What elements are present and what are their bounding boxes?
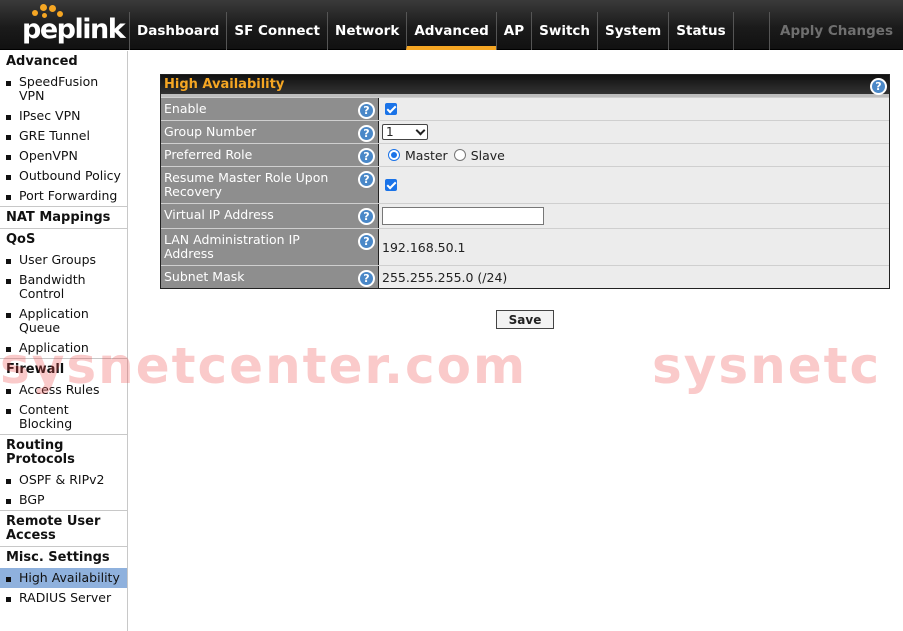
lan-admin-ip-label: LAN Administration IP Address <box>164 232 300 261</box>
help-icon[interactable]: ? <box>358 208 375 225</box>
sidebar-item-user-groups[interactable]: User Groups <box>0 250 127 270</box>
subnet-mask-label: Subnet Mask <box>164 269 245 284</box>
sidebar: Advanced SpeedFusion VPN IPsec VPN GRE T… <box>0 51 128 631</box>
group-number-label: Group Number <box>164 124 257 139</box>
sidebar-item-access-rules[interactable]: Access Rules <box>0 380 127 400</box>
row-resume-master: Resume Master Role Upon Recovery? <box>161 166 889 203</box>
bullet-icon <box>6 155 11 160</box>
enable-label: Enable <box>164 101 207 116</box>
role-slave-radio[interactable] <box>453 149 466 161</box>
watermark-right: sysnetc <box>652 337 882 395</box>
sidebar-heading-nat-mappings[interactable]: NAT Mappings <box>0 206 127 228</box>
bullet-icon <box>6 409 11 414</box>
sidebar-heading-routing-protocols[interactable]: Routing Protocols <box>0 434 127 470</box>
row-preferred-role: Preferred Role? Master Slave <box>161 143 889 166</box>
sidebar-heading-firewall[interactable]: Firewall <box>0 358 127 380</box>
enable-checkbox[interactable] <box>385 103 397 115</box>
row-group-number: Group Number? 1 <box>161 120 889 143</box>
sidebar-item-speedfusion-vpn[interactable]: SpeedFusion VPN <box>0 72 127 106</box>
nav-status[interactable]: Status <box>668 12 734 50</box>
bullet-icon <box>6 115 11 120</box>
nav-network[interactable]: Network <box>327 12 408 50</box>
panel-header: High Availability ? <box>161 75 889 97</box>
role-slave-label: Slave <box>470 147 505 163</box>
sidebar-heading-remote-user-access[interactable]: Remote User Access <box>0 510 127 546</box>
virtual-ip-input[interactable] <box>382 207 544 225</box>
bullet-icon <box>6 81 11 86</box>
peplink-logo[interactable]: peplink <box>0 0 128 50</box>
lan-admin-ip-value: 192.168.50.1 <box>382 239 466 255</box>
bullet-icon <box>6 577 11 582</box>
nav-system[interactable]: System <box>597 12 670 50</box>
sidebar-item-outbound-policy[interactable]: Outbound Policy <box>0 166 127 186</box>
sidebar-item-openvpn[interactable]: OpenVPN <box>0 146 127 166</box>
help-icon[interactable]: ? <box>358 171 375 188</box>
role-master-label: Master <box>405 147 448 163</box>
bullet-icon <box>6 195 11 200</box>
nav-sf-connect[interactable]: SF Connect <box>226 12 329 50</box>
bullet-icon <box>6 347 11 352</box>
virtual-ip-label: Virtual IP Address <box>164 207 274 222</box>
top-navigation-bar: peplink Dashboard SF Connect Network Adv… <box>0 0 903 50</box>
sidebar-item-application[interactable]: Application <box>0 338 127 358</box>
preferred-role-label: Preferred Role <box>164 147 253 162</box>
sidebar-heading-misc-settings[interactable]: Misc. Settings <box>0 546 127 568</box>
chevron-down-icon <box>415 125 426 135</box>
sidebar-item-content-blocking[interactable]: Content Blocking <box>0 400 127 434</box>
help-icon[interactable]: ? <box>358 233 375 250</box>
row-lan-admin-ip: LAN Administration IP Address? 192.168.5… <box>161 228 889 265</box>
sidebar-item-gre-tunnel[interactable]: GRE Tunnel <box>0 126 127 146</box>
sidebar-heading-advanced[interactable]: Advanced <box>0 51 127 72</box>
help-icon[interactable]: ? <box>358 148 375 165</box>
sidebar-item-port-forwarding[interactable]: Port Forwarding <box>0 186 127 206</box>
bullet-icon <box>6 175 11 180</box>
sidebar-item-radius-server[interactable]: RADIUS Server <box>0 588 127 608</box>
bullet-icon <box>6 597 11 602</box>
panel-title: High Availability <box>164 77 285 92</box>
nav-switch[interactable]: Switch <box>531 12 599 50</box>
nav-dashboard[interactable]: Dashboard <box>129 12 228 50</box>
role-master-radio[interactable] <box>388 149 400 161</box>
nav-ap[interactable]: AP <box>495 12 533 50</box>
help-icon[interactable]: ? <box>358 125 375 142</box>
sidebar-item-ospf-ripv2[interactable]: OSPF & RIPv2 <box>0 470 127 490</box>
group-number-select[interactable]: 1 <box>382 124 428 140</box>
bullet-icon <box>6 479 11 484</box>
sidebar-item-bandwidth-control[interactable]: Bandwidth Control <box>0 270 127 304</box>
high-availability-panel: High Availability ? Enable? Group Number… <box>160 74 890 289</box>
resume-master-checkbox[interactable] <box>385 179 397 191</box>
resume-master-label: Resume Master Role Upon Recovery <box>164 170 329 199</box>
sidebar-item-application-queue[interactable]: Application Queue <box>0 304 127 338</box>
apply-changes-button[interactable]: Apply Changes <box>769 12 903 50</box>
bullet-icon <box>6 389 11 394</box>
help-icon[interactable]: ? <box>870 78 887 95</box>
row-enable: Enable? <box>161 97 889 120</box>
bullet-icon <box>6 135 11 140</box>
sidebar-item-ipsec-vpn[interactable]: IPsec VPN <box>0 106 127 126</box>
save-button[interactable]: Save <box>496 310 554 329</box>
nav-advanced[interactable]: Advanced <box>406 12 497 50</box>
help-icon[interactable]: ? <box>358 102 375 119</box>
bullet-icon <box>6 499 11 504</box>
help-icon[interactable]: ? <box>358 270 375 287</box>
sidebar-heading-qos[interactable]: QoS <box>0 228 127 250</box>
row-subnet-mask: Subnet Mask? 255.255.255.0 (/24) <box>161 265 889 288</box>
sidebar-item-bgp[interactable]: BGP <box>0 490 127 510</box>
bullet-icon <box>6 279 11 284</box>
subnet-mask-value: 255.255.255.0 (/24) <box>382 269 508 285</box>
row-virtual-ip: Virtual IP Address? <box>161 203 889 228</box>
bullet-icon <box>6 313 11 318</box>
bullet-icon <box>6 259 11 264</box>
logo-text: peplink <box>22 14 126 45</box>
main-nav: Dashboard SF Connect Network Advanced AP… <box>129 12 734 50</box>
sidebar-item-high-availability[interactable]: High Availability <box>0 568 127 588</box>
